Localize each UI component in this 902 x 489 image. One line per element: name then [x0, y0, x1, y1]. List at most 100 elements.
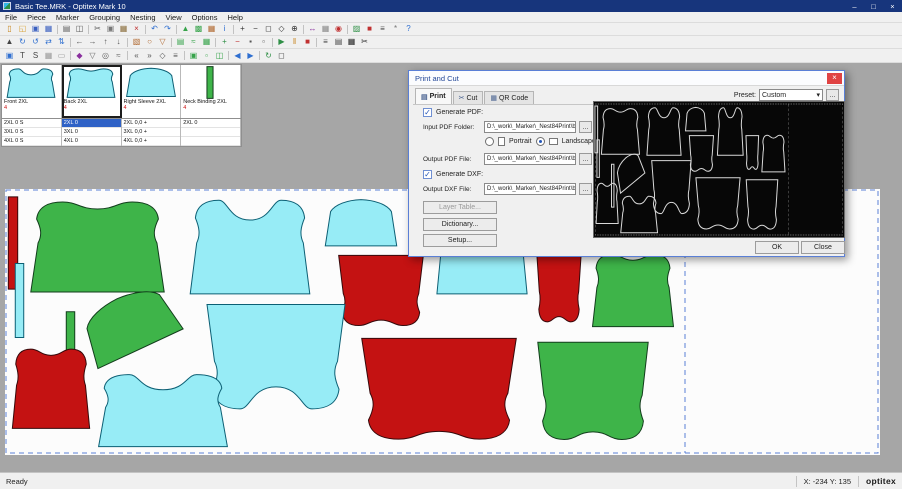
input-pdf-folder-field[interactable]: D:\_work\_Marker\_Nest84Print\barca_ima — [484, 121, 576, 133]
close-button[interactable]: × — [883, 0, 902, 12]
size-cell[interactable]: 2XL 0 — [181, 119, 240, 128]
print-cut-icon[interactable]: ✂ — [358, 37, 371, 48]
minimize-button[interactable]: – — [845, 0, 864, 12]
rotate-cw-icon[interactable]: ↻ — [16, 37, 29, 48]
marker-piece[interactable] — [67, 69, 115, 98]
nest-cancel-icon[interactable]: ■ — [301, 37, 314, 48]
open-icon[interactable]: ◱ — [16, 24, 29, 35]
size-cell[interactable]: 2XL 0 S — [2, 119, 61, 128]
marker-piece[interactable] — [593, 255, 674, 327]
menu-grouping[interactable]: Grouping — [84, 13, 125, 22]
cut-icon[interactable]: ✂ — [91, 24, 104, 35]
landscape-radio[interactable] — [536, 137, 545, 146]
size-cell[interactable] — [181, 128, 240, 137]
tab-qr-code[interactable]: ▦QR Code — [484, 91, 534, 104]
bump-right-icon[interactable]: → — [86, 37, 99, 48]
distribute-icon[interactable]: ≡ — [169, 50, 182, 61]
ungroup-icon[interactable]: ▫ — [200, 50, 213, 61]
zoom-out-icon[interactable]: − — [249, 24, 262, 35]
snap-icon[interactable]: ◉ — [332, 24, 345, 35]
fabric-icon[interactable]: ▤ — [174, 37, 187, 48]
size-cell[interactable]: 2XL 0 — [62, 119, 121, 128]
marker-piece[interactable] — [207, 67, 213, 99]
add-piece-icon[interactable]: + — [218, 37, 231, 48]
generate-pdf-checkbox[interactable]: ✓ — [423, 108, 432, 117]
tab-print[interactable]: ▤Print — [415, 88, 452, 104]
fold-icon[interactable]: ▽ — [156, 37, 169, 48]
marker-piece[interactable] — [12, 349, 89, 428]
dictionary-button[interactable]: Dictionary... — [423, 218, 497, 231]
menu-options[interactable]: Options — [187, 13, 223, 22]
size-cell[interactable]: 3XL 0 S — [2, 128, 61, 137]
preset-browse-button[interactable]: ... — [826, 89, 839, 101]
marker-view-icon[interactable]: ▩ — [192, 24, 205, 35]
portrait-radio[interactable] — [485, 137, 494, 146]
marker-piece[interactable] — [15, 264, 23, 338]
dialog-title-bar[interactable]: Print and Cut × — [409, 71, 844, 86]
grid-icon[interactable]: ▦ — [319, 24, 332, 35]
dialog-close-button[interactable]: × — [827, 73, 842, 84]
piece-thumbnail-right-sleeve-2xl[interactable]: Right Sleeve 2XL4 — [122, 65, 182, 118]
size-cell[interactable]: 3XL 0,0 + — [122, 128, 181, 137]
size-cell[interactable]: 4XL 0,0 + — [122, 137, 181, 146]
print-icon[interactable]: ▤ — [60, 24, 73, 35]
zoom-in-icon[interactable]: + — [236, 24, 249, 35]
refresh-icon[interactable]: ↻ — [262, 50, 275, 61]
remove-piece-icon[interactable]: − — [231, 37, 244, 48]
menu-piece[interactable]: Piece — [22, 13, 51, 22]
marker-piece[interactable] — [7, 69, 55, 98]
marker-piece[interactable] — [126, 68, 175, 96]
marker-piece[interactable] — [31, 202, 164, 292]
size-cell[interactable]: 4XL 0 — [62, 137, 121, 146]
zoom-window-icon[interactable]: ◻ — [262, 24, 275, 35]
select-tool-icon[interactable]: ▲ — [3, 37, 16, 48]
size-cell[interactable]: 3XL 0 — [62, 128, 121, 137]
align-left-icon[interactable]: « — [130, 50, 143, 61]
output-dxf-file-field[interactable]: D:\_work\_Marker\_Nest84Print\barca_ima — [484, 183, 576, 195]
show-grid-icon[interactable]: ▦ — [42, 50, 55, 61]
output-pdf-browse-button[interactable]: ... — [579, 153, 592, 165]
nest-stop-icon[interactable]: ■ — [363, 24, 376, 35]
marker-piece[interactable] — [339, 255, 424, 325]
group-icon[interactable]: ▣ — [187, 50, 200, 61]
bump-down-icon[interactable]: ↓ — [112, 37, 125, 48]
help-icon[interactable]: ? — [402, 24, 415, 35]
paste-icon[interactable]: ▦ — [117, 24, 130, 35]
bump-up-icon[interactable]: ↑ — [99, 37, 112, 48]
align-right-icon[interactable]: » — [143, 50, 156, 61]
report-icon[interactable]: ≡ — [376, 24, 389, 35]
copy-icon[interactable]: ▣ — [104, 24, 117, 35]
pan-icon[interactable]: ⊕ — [288, 24, 301, 35]
show-ruler-icon[interactable]: ▭ — [55, 50, 68, 61]
setup-button[interactable]: Setup... — [423, 234, 497, 247]
dictionary-icon[interactable]: ▤ — [332, 37, 345, 48]
menu-file[interactable]: File — [0, 13, 22, 22]
piece-thumbnail-neck-binding-2xl[interactable]: Neck Binding 2XL4 — [181, 65, 241, 118]
bump-left-icon[interactable]: ← — [73, 37, 86, 48]
lock-piece-icon[interactable]: ▪ — [244, 37, 257, 48]
show-pieces-icon[interactable]: ▣ — [3, 50, 16, 61]
nest-pause-icon[interactable]: ‖ — [288, 37, 301, 48]
size-cell[interactable]: 4XL 0 S — [2, 137, 61, 146]
marker-info-icon[interactable]: i — [218, 24, 231, 35]
buffer-icon[interactable]: ○ — [143, 37, 156, 48]
output-pdf-file-field[interactable]: D:\_work\_Marker\_Nest84Print\barca_ima — [484, 153, 576, 165]
menu-nesting[interactable]: Nesting — [125, 13, 160, 22]
unlock-piece-icon[interactable]: ▫ — [257, 37, 270, 48]
ok-button[interactable]: OK — [755, 241, 799, 254]
nest-start-icon[interactable]: ▶ — [275, 37, 288, 48]
marker-piece[interactable] — [325, 200, 396, 246]
size-cell[interactable] — [181, 137, 240, 146]
show-sizes-icon[interactable]: S — [29, 50, 42, 61]
quality-zones-icon[interactable]: ◆ — [73, 50, 86, 61]
flip-horizontal-icon[interactable]: ⇄ — [42, 37, 55, 48]
marker-piece[interactable] — [207, 304, 345, 408]
marker-piece[interactable] — [362, 338, 517, 439]
save-all-icon[interactable]: ▦ — [42, 24, 55, 35]
input-pdf-browse-button[interactable]: ... — [579, 121, 592, 133]
maximize-button[interactable]: □ — [864, 0, 883, 12]
piece-view-icon[interactable]: ▲ — [179, 24, 192, 35]
qr-code-icon[interactable]: ▦ — [345, 37, 358, 48]
size-cell[interactable]: 2XL 0,0 + — [122, 119, 181, 128]
plaid-match-icon[interactable]: ▦ — [200, 37, 213, 48]
